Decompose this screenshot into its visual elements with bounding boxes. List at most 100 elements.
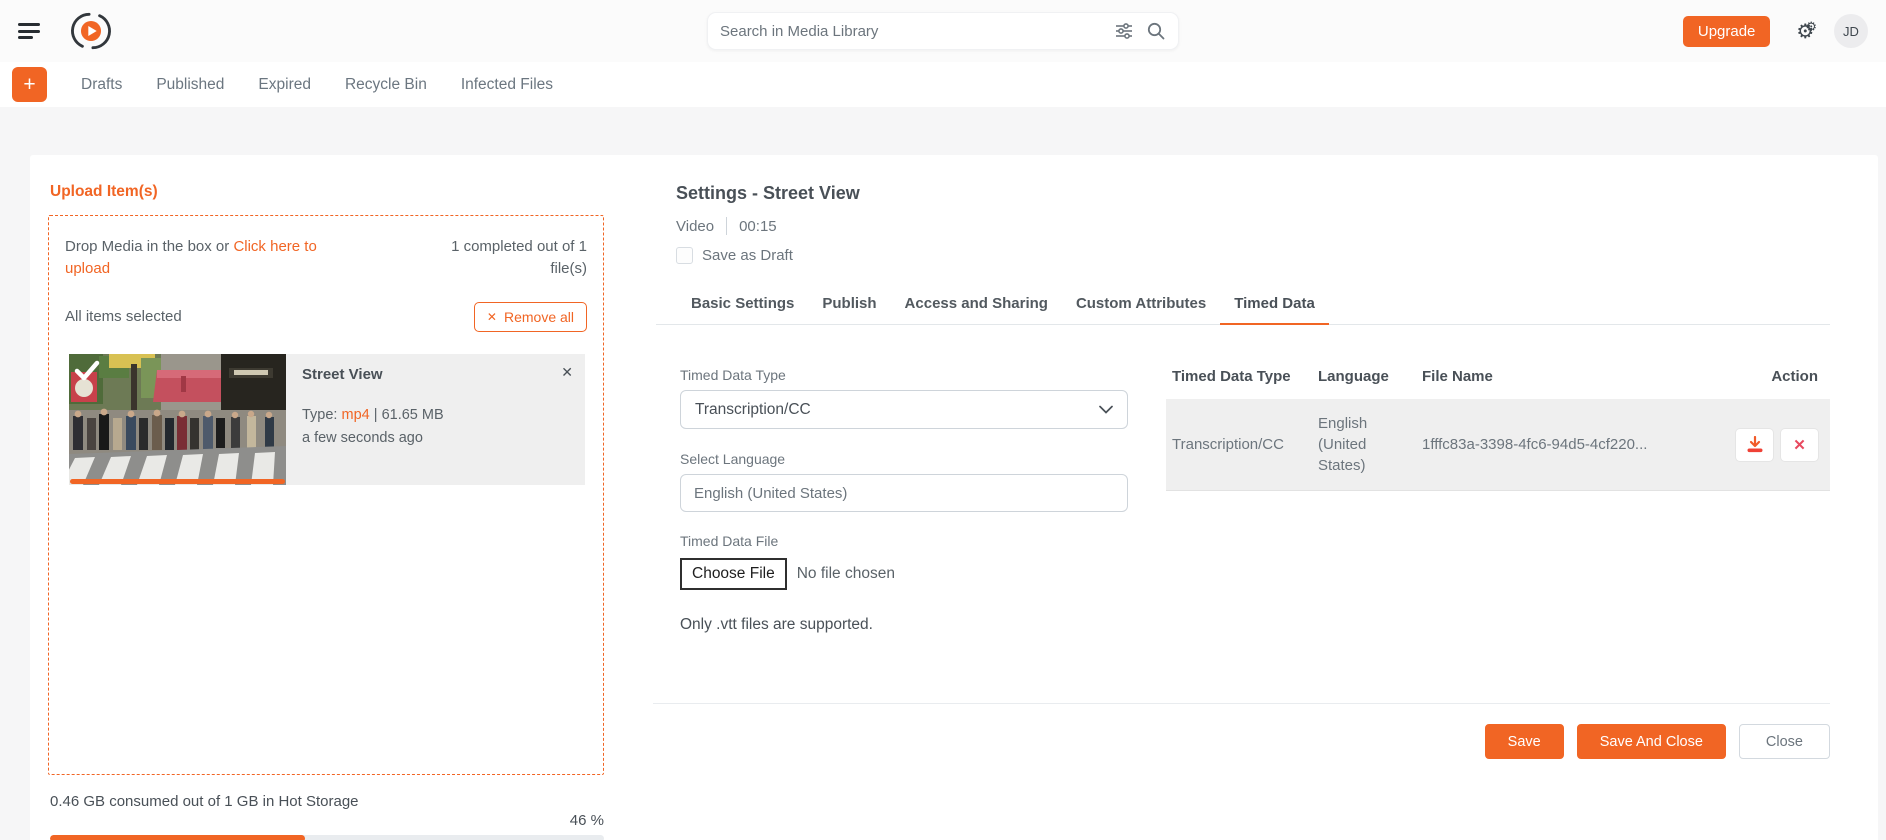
content-card: Upload Item(s) Drop Media in the box or …: [30, 155, 1878, 840]
timed-data-type-select[interactable]: Transcription/CC: [680, 390, 1128, 429]
media-type: Video: [676, 217, 715, 235]
footer-buttons: Save Save And Close Close: [656, 724, 1830, 759]
timed-data-table-wrap: Timed Data Type Language File Name Actio…: [1166, 367, 1830, 703]
download-icon: [1747, 436, 1762, 453]
tab-infected-files[interactable]: Infected Files: [461, 76, 553, 94]
save-as-draft[interactable]: Save as Draft: [676, 247, 1830, 264]
media-dropzone[interactable]: Drop Media in the box or Click here to u…: [48, 215, 604, 775]
save-as-draft-checkbox[interactable]: [676, 247, 693, 264]
upload-title: Upload Item(s): [50, 183, 158, 200]
library-tabs-bar: + Drafts Published Expired Recycle Bin I…: [0, 62, 1886, 107]
timed-data-form: Timed Data Type Transcription/CC Select …: [680, 367, 1128, 703]
video-thumbnail[interactable]: [69, 353, 286, 485]
timed-data-content: Timed Data Type Transcription/CC Select …: [656, 367, 1830, 703]
drop-instruction-text: Drop Media in the box or: [65, 238, 230, 255]
drop-instruction: Drop Media in the box or Click here to u…: [65, 236, 365, 280]
settings-tabs: Basic Settings Publish Access and Sharin…: [656, 286, 1830, 325]
selection-row: All items selected ✕ Remove all: [65, 301, 587, 332]
upgrade-button[interactable]: Upgrade: [1682, 15, 1771, 47]
header-action: Action: [1771, 368, 1818, 385]
storage-progress-fill: [50, 835, 305, 840]
cell-language: English (United States): [1312, 399, 1416, 491]
no-file-chosen-text: No file chosen: [796, 565, 895, 582]
file-name: Street View: [302, 365, 383, 383]
language-field[interactable]: English (United States): [680, 474, 1128, 512]
tab-recycle-bin[interactable]: Recycle Bin: [345, 76, 427, 94]
tab-custom-attributes[interactable]: Custom Attributes: [1062, 286, 1220, 325]
tab-basic-settings[interactable]: Basic Settings: [677, 286, 808, 325]
search-icon[interactable]: [1146, 21, 1166, 41]
download-button[interactable]: [1736, 428, 1773, 461]
add-media-button[interactable]: +: [12, 67, 47, 102]
upload-panel: Upload Item(s) Drop Media in the box or …: [48, 183, 604, 840]
select-language-label: Select Language: [680, 451, 786, 467]
settings-panel: Settings - Street View Video 00:15 Save …: [653, 183, 1878, 840]
filter-sliders-icon[interactable]: [1114, 21, 1134, 41]
remove-all-label: Remove all: [503, 308, 574, 325]
user-avatar[interactable]: JD: [1834, 14, 1868, 48]
page-body: Upload Item(s) Drop Media in the box or …: [0, 107, 1886, 840]
media-duration: 00:15: [739, 217, 777, 235]
timed-data-file-label: Timed Data File: [680, 533, 779, 549]
tab-published[interactable]: Published: [156, 76, 224, 94]
file-info: Street View ✕ Type: mp4 | 61.65 MB a few…: [286, 354, 585, 485]
upload-progress-text: 1 completed out of 1 file(s): [451, 238, 587, 277]
timed-data-type-value: Transcription/CC: [695, 400, 811, 418]
remove-all-button[interactable]: ✕ Remove all: [473, 301, 587, 332]
delete-button[interactable]: ✕: [1781, 428, 1818, 461]
search-bar: [707, 12, 1179, 50]
tab-expired[interactable]: Expired: [258, 76, 311, 94]
footer-divider: [653, 703, 1830, 704]
hamburger-menu-icon[interactable]: [18, 23, 40, 39]
chevron-down-icon: [1099, 405, 1113, 414]
file-input: Choose File No file chosen: [680, 558, 1128, 590]
file-type-label: Type:: [302, 406, 338, 423]
header-file-name: File Name: [1422, 368, 1493, 385]
row-actions: ✕: [1734, 428, 1822, 461]
cell-timed-data-type: Transcription/CC: [1166, 399, 1312, 491]
save-and-close-button[interactable]: Save And Close: [1576, 724, 1726, 759]
cell-file-name: 1fffc83a-3398-4fc6-94d5-4cf220...: [1416, 399, 1728, 491]
storage-usage-text: 0.46 GB consumed out of 1 GB in Hot Stor…: [50, 793, 359, 810]
vtt-hint-text: Only .vtt files are supported.: [680, 616, 873, 633]
search-input[interactable]: [720, 22, 1102, 40]
tab-timed-data[interactable]: Timed Data: [1220, 286, 1329, 325]
choose-file-button[interactable]: Choose File: [680, 558, 787, 590]
table-row: Transcription/CC English (United States)…: [1166, 399, 1830, 491]
meta-divider: [726, 217, 728, 235]
storage-progress-bar: [50, 835, 604, 840]
topbar-left: [18, 10, 112, 52]
timed-data-table: Timed Data Type Language File Name Actio…: [1166, 367, 1830, 491]
language-value: English (United States): [694, 484, 848, 502]
dropzone-header: Drop Media in the box or Click here to u…: [65, 236, 587, 280]
save-as-draft-label: Save as Draft: [702, 247, 793, 264]
settings-header: Settings - Street View Video 00:15 Save …: [656, 183, 1830, 264]
settings-title: Settings - Street View: [676, 183, 860, 203]
delete-x-icon: ✕: [1793, 436, 1806, 454]
tab-drafts[interactable]: Drafts: [81, 76, 122, 94]
file-type-value: mp4: [341, 406, 370, 423]
file-upload-time: a few seconds ago: [302, 429, 423, 446]
header-timed-data-type: Timed Data Type: [1172, 368, 1291, 385]
close-button[interactable]: Close: [1738, 724, 1830, 759]
file-close-icon[interactable]: ✕: [561, 364, 573, 381]
uploaded-file-item[interactable]: Street View ✕ Type: mp4 | 61.65 MB a few…: [69, 353, 585, 485]
save-button[interactable]: Save: [1484, 724, 1564, 759]
timed-data-type-label: Timed Data Type: [680, 367, 786, 383]
header-language: Language: [1318, 368, 1389, 385]
settings-footer: Save Save And Close Close: [653, 703, 1830, 759]
storage-usage: 0.46 GB consumed out of 1 GB in Hot Stor…: [48, 793, 604, 840]
tab-publish[interactable]: Publish: [808, 286, 890, 325]
file-meta: Type: mp4 | 61.65 MB: [302, 407, 571, 423]
upload-complete-bar: [70, 478, 285, 484]
all-items-selected-text: All items selected: [65, 308, 182, 325]
topbar-right: Upgrade ⚙⚙ JD: [1682, 14, 1868, 48]
file-meta-separator: |: [373, 406, 378, 423]
table-header-row: Timed Data Type Language File Name Actio…: [1166, 367, 1830, 399]
settings-gears-icon[interactable]: ⚙⚙: [1796, 21, 1816, 41]
remove-all-x-icon: ✕: [486, 309, 497, 324]
tab-access-and-sharing[interactable]: Access and Sharing: [891, 286, 1062, 325]
app-logo-icon[interactable]: [70, 10, 112, 52]
street-scene-image: [69, 353, 286, 485]
storage-percent: 46 %: [569, 812, 604, 829]
